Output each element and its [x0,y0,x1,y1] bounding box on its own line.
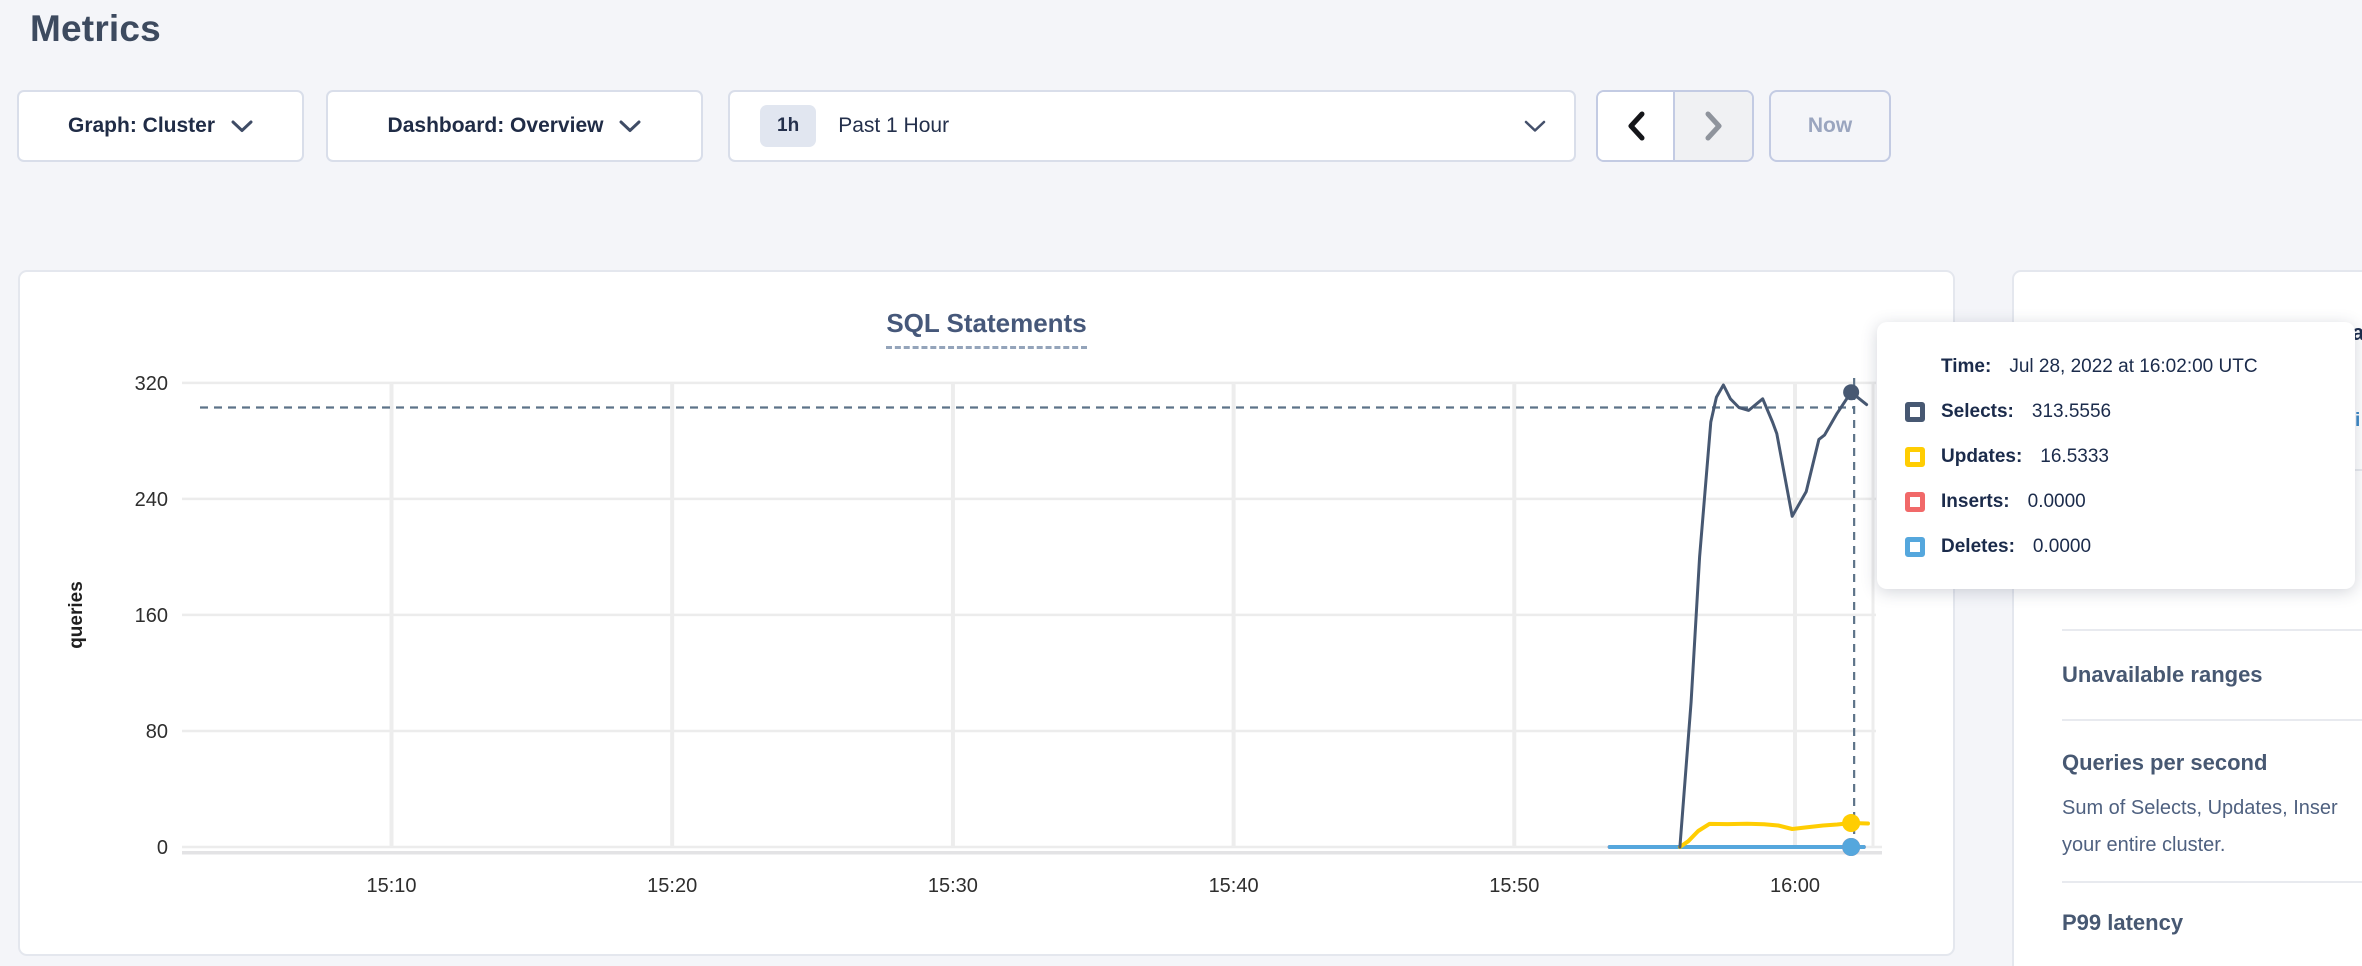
sql-statements-chart[interactable]: 0 80 160 240 320 15:10 15:20 15:30 15:40 15:50 16:… [20,272,1957,958]
tooltip-series-label: Selects: [1941,401,2014,423]
x-axis-line [182,851,1882,855]
divider [2062,881,2362,883]
x-tick-label: 15:40 [1209,875,1259,897]
time-range-label: Past 1 Hour [838,114,1508,138]
x-tick-label: 15:50 [1489,875,1539,897]
next-interval-button-disabled[interactable] [1675,92,1752,160]
tooltip-series-label: Updates: [1941,446,2022,468]
tooltip-series-row: Deletes: 0.0000 [1905,527,2327,567]
tooltip-series-value: 0.0000 [2028,491,2086,513]
tooltip-series-label: Inserts: [1941,491,2010,513]
tooltip-time-value: Jul 28, 2022 at 16:02:00 UTC [2009,356,2257,378]
tooltip-series-row: Selects: 313.5556 [1905,392,2327,432]
tooltip-series-value: 0.0000 [2033,536,2091,558]
chevron-down-icon [619,120,641,133]
time-range-badge: 1h [760,105,816,147]
divider [2062,629,2362,631]
graph-dropdown-label: Graph: Cluster [68,114,215,138]
x-tick-label: 15:20 [647,875,697,897]
x-tick-label: 15:30 [928,875,978,897]
y-tick-label: 160 [135,605,168,627]
y-tick-label: 80 [146,721,168,743]
x-tick-label: 15:10 [366,875,416,897]
tooltip-series-row: Inserts: 0.0000 [1905,482,2327,522]
y-axis-title: queries [66,581,87,649]
chart-card: SQL Statements 08016024032015:1015:2015:… [18,270,1955,956]
clipped-link-fragment: i [2355,410,2360,432]
tooltip-time-label: Time: [1941,356,1991,378]
tooltip-series-value: 313.5556 [2032,401,2111,423]
chevron-left-icon [1627,111,1645,141]
x-tick-label: 16:00 [1770,875,1820,897]
prev-interval-button[interactable] [1598,92,1675,160]
now-button[interactable]: Now [1769,90,1891,162]
series-line-updates [1680,823,1868,847]
sidebar-item-queries-per-second: Queries per second [2062,750,2267,776]
series-swatch-icon [1905,402,1925,422]
tooltip-time-row: Time: Jul 28, 2022 at 16:02:00 UTC [1905,347,2327,387]
dashboard-dropdown-label: Dashboard: Overview [388,114,604,138]
chart-tooltip: Time: Jul 28, 2022 at 16:02:00 UTC Selec… [1877,322,2355,589]
series-swatch-icon [1905,447,1925,467]
description-line: Sum of Selects, Updates, Inser [2062,790,2338,827]
sidebar-item-p99-latency: P99 latency [2062,910,2183,936]
marked-point-selects [1843,384,1859,400]
divider [2062,719,2362,721]
series-swatch-icon [1905,492,1925,512]
y-tick-label: 320 [135,373,168,395]
tooltip-series-row: Updates: 16.5333 [1905,437,2327,477]
chevron-down-icon [231,120,253,133]
sidebar-item-description: Sum of Selects, Updates, Inser your enti… [2062,790,2338,864]
chevron-right-icon [1705,111,1723,141]
y-tick-label: 240 [135,489,168,511]
series-swatch-icon [1905,537,1925,557]
time-step-buttons [1596,90,1754,162]
tooltip-series-label: Deletes: [1941,536,2015,558]
page-title: Metrics [30,8,161,50]
chevron-down-icon [1524,120,1546,133]
marked-point-deletes [1842,838,1860,856]
dashboard-dropdown[interactable]: Dashboard: Overview [326,90,703,162]
y-tick-label: 0 [157,837,168,859]
controls-row: Graph: Cluster Dashboard: Overview 1h Pa… [0,90,2362,162]
marked-point-updates [1842,814,1860,832]
graph-dropdown[interactable]: Graph: Cluster [17,90,304,162]
description-line: your entire cluster. [2062,827,2338,864]
sidebar-item-unavailable-ranges: Unavailable ranges [2062,662,2263,688]
tooltip-series-value: 16.5333 [2040,446,2109,468]
time-range-selector[interactable]: 1h Past 1 Hour [728,90,1576,162]
